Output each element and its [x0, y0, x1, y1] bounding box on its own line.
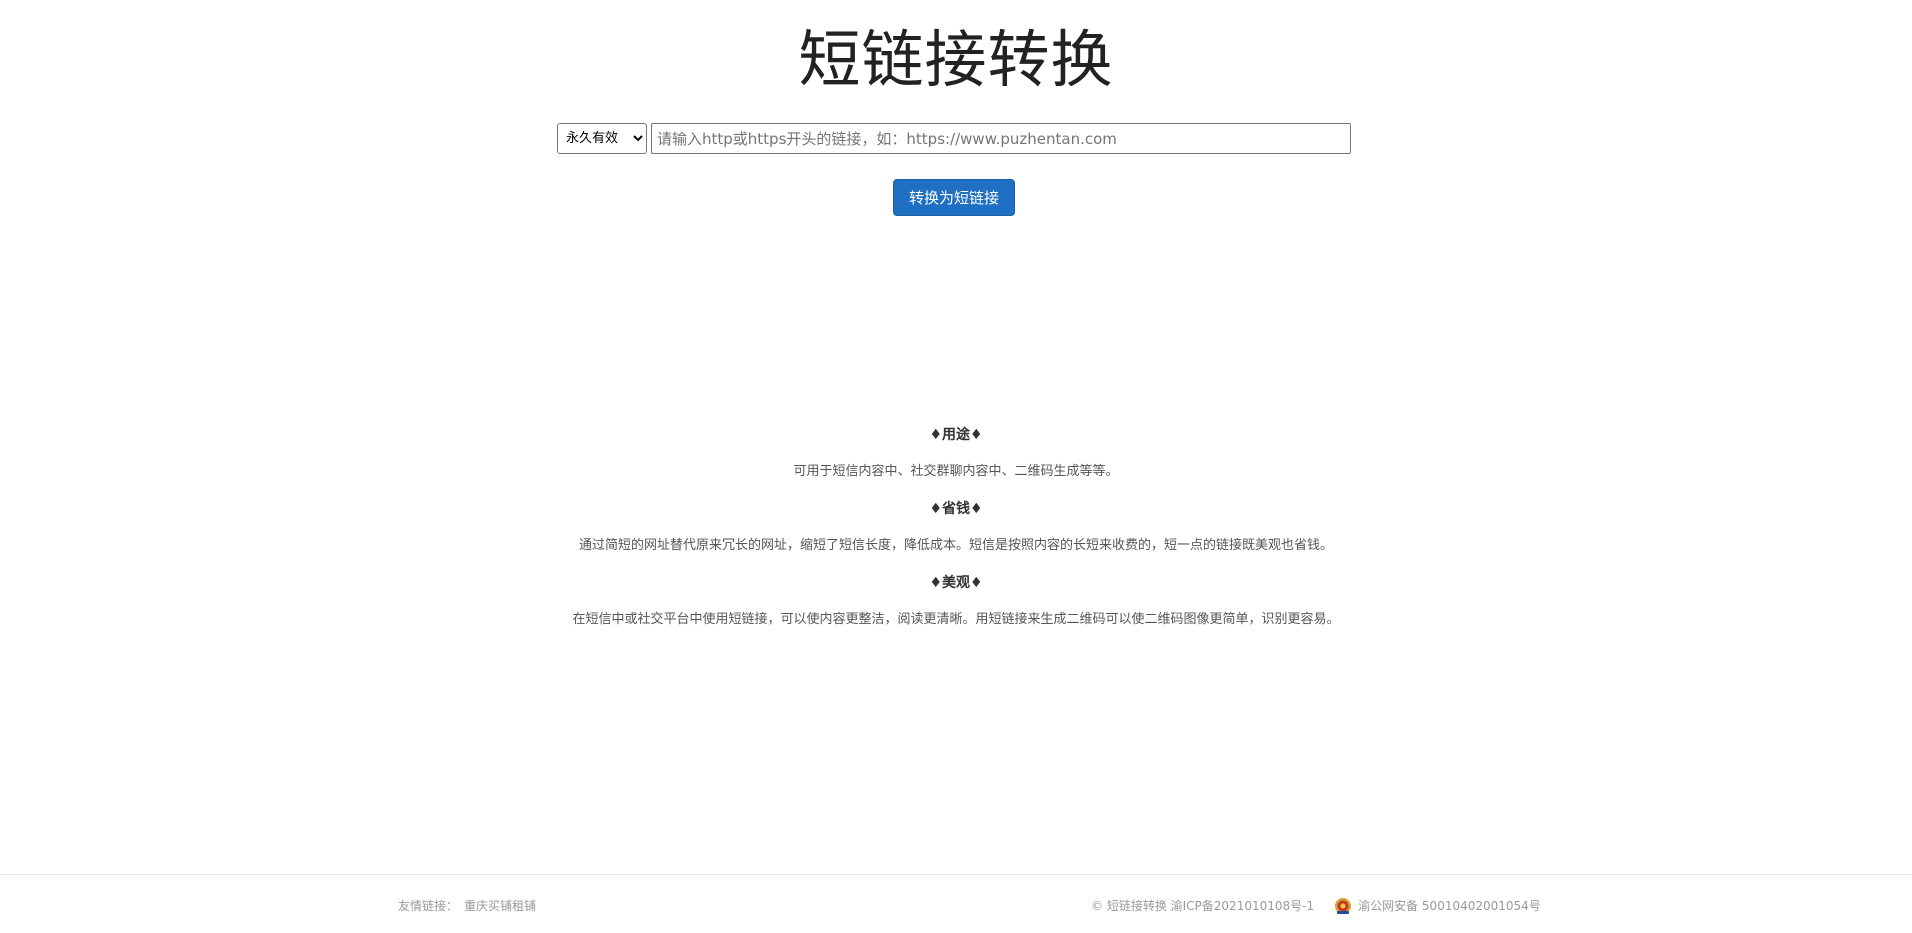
footer: 友情链接： 重庆买铺租铺 © 短链接转换 渝ICP备2021010108号-1 渝… — [0, 896, 1912, 916]
friend-links-label: 友情链接： — [398, 899, 459, 913]
footer-divider — [0, 874, 1912, 875]
aesthetics-heading: ♦美观♦ — [929, 575, 983, 591]
url-input[interactable] — [651, 123, 1351, 154]
usage-text: 可用于短信内容中、社交群聊内容中、二维码生成等等。 — [793, 464, 1119, 479]
page-title: 短链接转换 — [798, 23, 1114, 96]
validity-select[interactable]: 永久有效 — [557, 123, 647, 154]
savings-heading: ♦省钱♦ — [929, 501, 983, 517]
police-badge-icon — [1334, 897, 1352, 915]
police-record-link[interactable]: 渝公网安备 50010402001054号 — [1358, 896, 1541, 916]
footer-records: © 短链接转换 渝ICP备2021010108号-1 渝公网安备 5001040… — [1091, 896, 1541, 916]
convert-button[interactable]: 转换为短链接 — [893, 179, 1015, 216]
friend-links: 友情链接： 重庆买铺租铺 — [398, 896, 536, 916]
info-section: ♦用途♦ 可用于短信内容中、社交群聊内容中、二维码生成等等。 ♦省钱♦ 通过简短… — [0, 423, 1912, 645]
aesthetics-text: 在短信中或社交平台中使用短链接，可以使内容更整洁，阅读更清晰。用短链接来生成二维… — [572, 612, 1340, 627]
icp-record[interactable]: © 短链接转换 渝ICP备2021010108号-1 — [1091, 896, 1314, 916]
savings-text: 通过简短的网址替代原来冗长的网址，缩短了短信长度，降低成本。短信是按照内容的长短… — [578, 538, 1333, 553]
convert-form: 永久有效 — [557, 123, 1351, 154]
usage-heading: ♦用途♦ — [929, 427, 983, 443]
page: 短链接转换 永久有效 转换为短链接 ♦用途♦ 可用于短信内容中、社交群聊内容中、… — [0, 0, 1912, 933]
friend-link[interactable]: 重庆买铺租铺 — [464, 899, 536, 913]
